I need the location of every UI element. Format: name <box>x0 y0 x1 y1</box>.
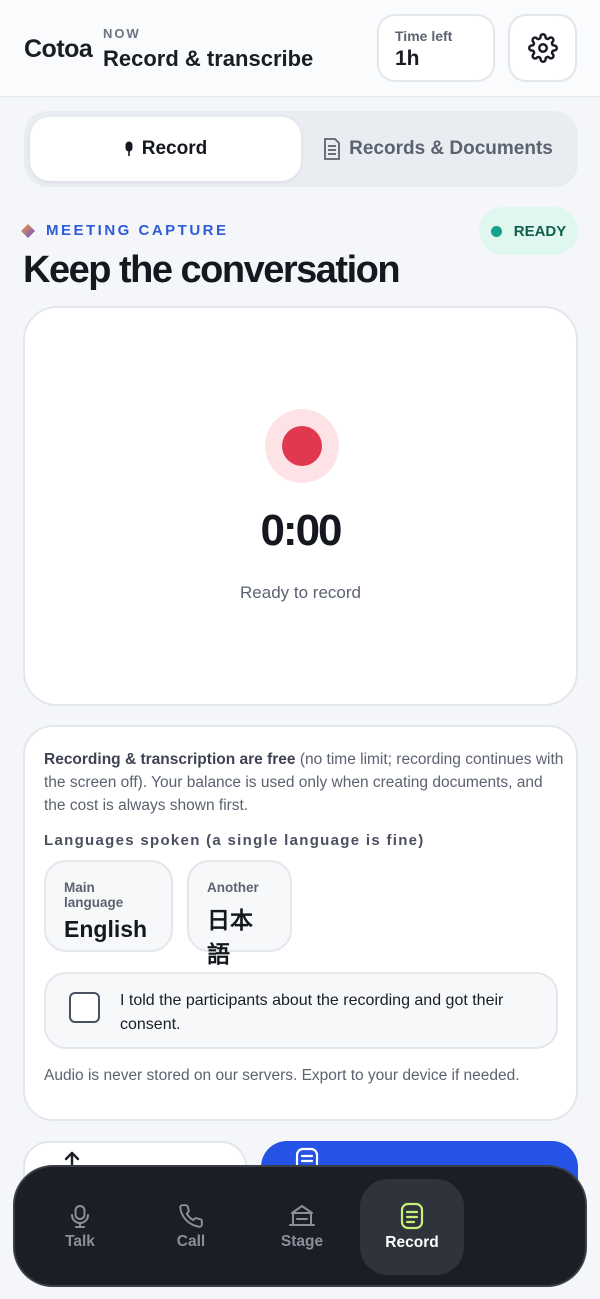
main-language-selector[interactable]: Main language English <box>44 860 173 952</box>
bottom-nav: Talk Call Stage Record <box>13 1165 587 1287</box>
info-card: Recording & transcription are free (no t… <box>23 725 578 1121</box>
another-language-selector[interactable]: Another 日本語 <box>187 860 292 967</box>
mic-icon <box>71 1205 89 1228</box>
consent-checkbox[interactable] <box>69 992 100 1023</box>
app-header: Cotoa NOW Record & transcribe Time left … <box>0 0 600 97</box>
tab-record-label: Record <box>141 138 208 159</box>
phone-icon <box>179 1204 203 1228</box>
recorder-card: 0:00 Ready to record <box>23 306 578 706</box>
consent-row[interactable]: I told the participants about the record… <box>44 972 558 1049</box>
consent-text: I told the participants about the record… <box>120 992 504 1033</box>
languages-heading: Languages spoken (a single language is f… <box>44 832 425 849</box>
nav-label-stage: Stage <box>280 1233 324 1250</box>
gear-icon <box>527 33 558 63</box>
record-dot-icon <box>282 426 322 466</box>
section-title: Keep the conversation <box>23 249 401 291</box>
time-left-box[interactable]: Time left 1h <box>377 14 495 82</box>
diamond-icon <box>21 223 35 238</box>
now-label: NOW <box>103 26 141 41</box>
mic-small-icon <box>125 141 133 156</box>
tab-records-documents[interactable]: Records & Documents <box>304 117 572 181</box>
main-language-value: English <box>64 916 148 942</box>
nav-item-stage[interactable]: Stage <box>250 1179 354 1275</box>
stage-icon <box>289 1205 315 1226</box>
time-left-value: 1h <box>395 47 420 70</box>
nav-item-record[interactable]: Record <box>360 1179 464 1275</box>
tab-record[interactable]: Record <box>30 117 301 181</box>
time-left-label: Time left <box>395 28 453 44</box>
eyebrow-label: MEETING CAPTURE <box>46 222 229 239</box>
page-title: Record & transcribe <box>103 46 314 71</box>
nav-label-call: Call <box>176 1233 206 1250</box>
recorder-status: Ready to record <box>240 583 361 602</box>
nav-label-talk: Talk <box>65 1233 95 1250</box>
pricing-note: Recording & transcription are free (no t… <box>44 748 564 817</box>
document-icon <box>400 1202 424 1230</box>
status-badge: READY <box>479 207 578 255</box>
section-eyebrow: MEETING CAPTURE <box>20 222 229 239</box>
settings-button[interactable] <box>508 14 577 82</box>
nav-item-call[interactable]: Call <box>139 1179 243 1275</box>
main-language-label: Main language <box>64 880 124 910</box>
another-language-value: 日本語 <box>207 907 253 967</box>
status-text: READY <box>513 222 567 240</box>
document-icon <box>324 138 341 160</box>
tab-records-documents-label: Records & Documents <box>349 138 553 159</box>
another-language-label: Another <box>207 880 259 895</box>
nav-item-talk[interactable]: Talk <box>28 1179 132 1275</box>
privacy-note: Audio is never stored on our servers. Ex… <box>44 1067 520 1084</box>
record-button[interactable] <box>265 409 339 483</box>
timer: 0:00 <box>260 506 342 555</box>
status-dot <box>490 225 502 237</box>
pricing-note-bold: Recording & transcription are free <box>44 751 296 768</box>
brand-name: Cotoa <box>24 35 93 63</box>
view-switcher: Record Records & Documents <box>24 111 578 187</box>
nav-label-record: Record <box>385 1234 439 1251</box>
